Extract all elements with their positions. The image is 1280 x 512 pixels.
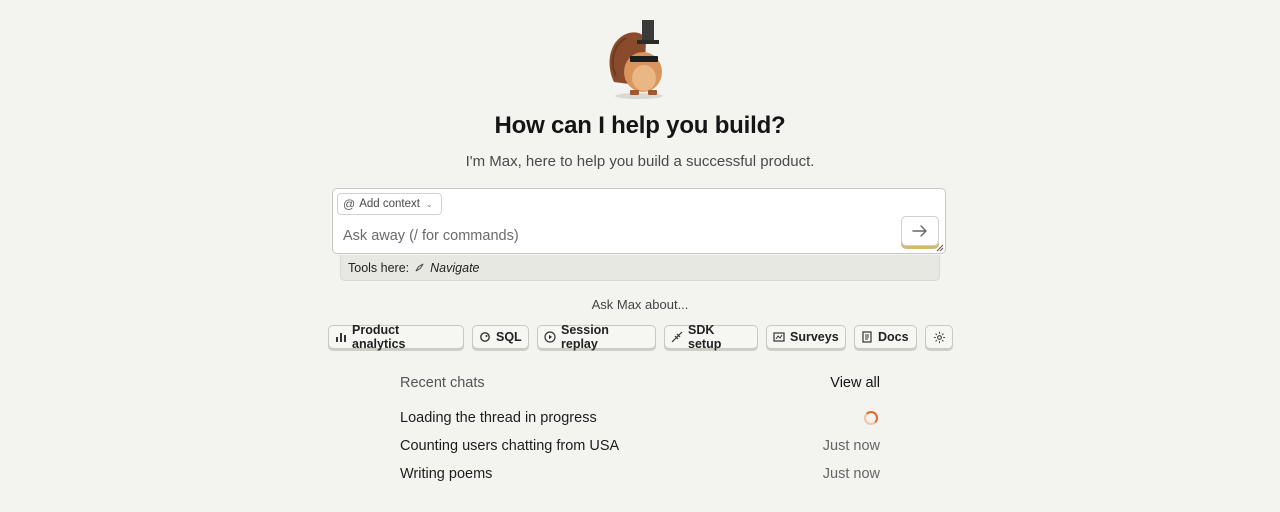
add-context-button[interactable]: @ Add context ⌄: [337, 193, 442, 215]
chat-title: Writing poems: [400, 466, 493, 482]
compass-icon: [415, 263, 424, 272]
loading-spinner-icon: [864, 411, 878, 425]
docs-icon: [862, 331, 872, 343]
send-button[interactable]: [901, 216, 939, 246]
recent-chats-heading: Recent chats: [400, 375, 485, 391]
hedgehog-icon: [480, 332, 490, 342]
chat-row[interactable]: Loading the thread in progress: [400, 408, 880, 428]
max-ai-page: How can I help you build? I'm Max, here …: [0, 0, 1280, 512]
chip-label: Session replay: [561, 323, 609, 351]
chat-title: Counting users chatting from USA: [400, 438, 620, 454]
play-icon: [544, 331, 556, 343]
page-title: How can I help you build?: [494, 112, 786, 139]
at-icon: @: [343, 197, 356, 211]
resize-handle-icon[interactable]: [936, 244, 944, 252]
chat-time: Just now: [822, 466, 880, 482]
bar-chart-icon: [336, 333, 346, 342]
gear-icon: [933, 331, 945, 343]
chat-time: Just now: [822, 438, 880, 454]
chat-row[interactable]: Counting users chatting from USA Just no…: [400, 436, 880, 456]
chip-label: SQL: [496, 330, 522, 344]
chat-title: Loading the thread in progress: [400, 410, 597, 426]
plug-icon: [671, 331, 683, 343]
arrow-right-icon: [912, 225, 927, 237]
chip-session-replay[interactable]: Session replay: [537, 323, 656, 351]
page-subtitle: I'm Max, here to help you build a succes…: [465, 153, 815, 170]
tool-navigate[interactable]: Navigate: [430, 261, 479, 275]
chip-docs[interactable]: Docs: [854, 325, 917, 349]
chevron-down-icon: ⌄: [425, 199, 433, 209]
chat-row[interactable]: Writing poems Just now: [400, 464, 880, 484]
prompt-box: @ Add context ⌄: [332, 188, 946, 254]
settings-button[interactable]: [925, 325, 953, 349]
chip-surveys[interactable]: Surveys: [766, 325, 846, 349]
chip-product-analytics[interactable]: Product analytics: [328, 323, 464, 351]
suggestions-heading: Ask Max about...: [591, 297, 689, 312]
chip-sql[interactable]: SQL: [472, 325, 529, 349]
recent-chats-header: Recent chats View all: [400, 375, 880, 391]
view-all-link[interactable]: View all: [830, 375, 880, 391]
hedgehog-mascot: [609, 20, 663, 99]
chip-label: Docs: [878, 330, 909, 344]
survey-icon: [773, 332, 785, 342]
chip-label: Surveys: [790, 330, 839, 344]
tools-strip: Tools here: Navigate: [340, 255, 940, 281]
add-context-label: Add context: [359, 198, 420, 210]
chip-label: SDK setup: [688, 323, 722, 351]
prompt-input[interactable]: [343, 225, 883, 247]
tools-prefix: Tools here:: [348, 260, 410, 275]
chip-label: Product analytics: [352, 323, 406, 351]
chip-sdk-setup[interactable]: SDK setup: [664, 323, 758, 351]
